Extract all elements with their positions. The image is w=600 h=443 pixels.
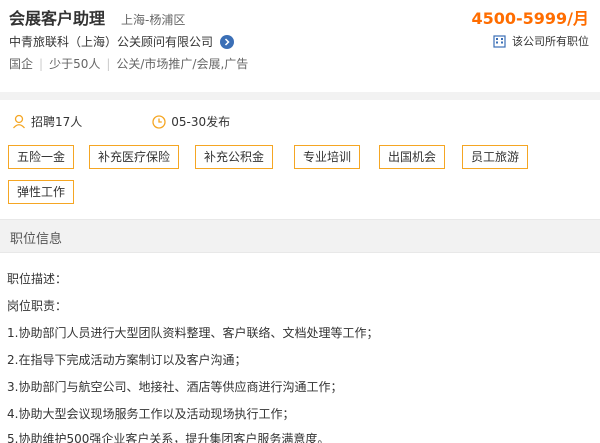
description-line: 2.在指导下完成活动方案制订以及客户沟通； (7, 353, 247, 367)
company-industry: 公关/市场推广/会展,广告 (116, 57, 249, 71)
company-meta: 国企 | 少于50人 | 公关/市场推广/会展,广告 (9, 55, 248, 72)
company-name-link[interactable]: 中青旅联科（上海）公关顾问有限公司 (9, 33, 213, 50)
meta-divider: | (106, 56, 111, 71)
building-icon (493, 34, 506, 48)
description-line: 职位描述： (7, 272, 68, 286)
section-header: 职位信息 (0, 219, 600, 253)
section-title: 职位信息 (10, 232, 63, 247)
benefit-tag: 出国机会 (379, 145, 446, 169)
benefit-tag: 五险一金 (8, 145, 75, 169)
description-line: 1.协助部门人员进行大型团队资料整理、客户联络、文档处理等工作； (7, 326, 379, 340)
company-type: 国企 (9, 57, 34, 71)
benefit-tag: 员工旅游 (462, 145, 529, 169)
person-icon (13, 114, 25, 129)
posted-date: 05-30发布 (152, 113, 230, 130)
job-location: 上海-杨浦区 (121, 13, 186, 27)
description-line: 3.协助部门与航空公司、地接社、酒店等供应商进行沟通工作； (7, 380, 343, 394)
title-row: 会展客户助理 上海-杨浦区 (9, 5, 186, 28)
job-title: 会展客户助理 (9, 9, 106, 28)
benefit-tag: 补充医疗保险 (89, 145, 180, 169)
chevron-right-circle-icon[interactable] (220, 34, 235, 49)
job-header: 会展客户助理 上海-杨浦区 4500-5999/月 中青旅联科（上海）公关顾问有… (0, 0, 600, 92)
benefit-tag: 专业培训 (294, 145, 361, 169)
hiring-count: 招聘17人 (12, 113, 82, 130)
posted-text: 05-30发布 (171, 115, 231, 129)
company-size: 少于50人 (49, 57, 101, 71)
all-jobs-label[interactable]: 该公司所有职位 (512, 33, 589, 49)
description-line: 岗位职责： (7, 299, 68, 313)
description-line: 5.协助维护500强企业客户关系，提升集团客户服务满意度。 (7, 432, 330, 443)
company-row[interactable]: 中青旅联科（上海）公关顾问有限公司 (9, 33, 235, 50)
benefit-tag: 弹性工作 (8, 180, 75, 204)
section-divider (0, 92, 600, 100)
salary: 4500-5999/月 (471, 9, 589, 28)
hiring-text: 招聘17人 (31, 115, 83, 129)
job-info-row: 招聘17人 05-30发布 (12, 113, 230, 130)
benefit-tag: 补充公积金 (195, 145, 274, 169)
clock-icon (152, 114, 166, 129)
all-company-jobs-link[interactable]: 该公司所有职位 (493, 33, 589, 49)
description-line: 4.协助大型会议现场服务工作以及活动现场执行工作； (7, 407, 295, 421)
meta-divider: | (39, 56, 44, 71)
